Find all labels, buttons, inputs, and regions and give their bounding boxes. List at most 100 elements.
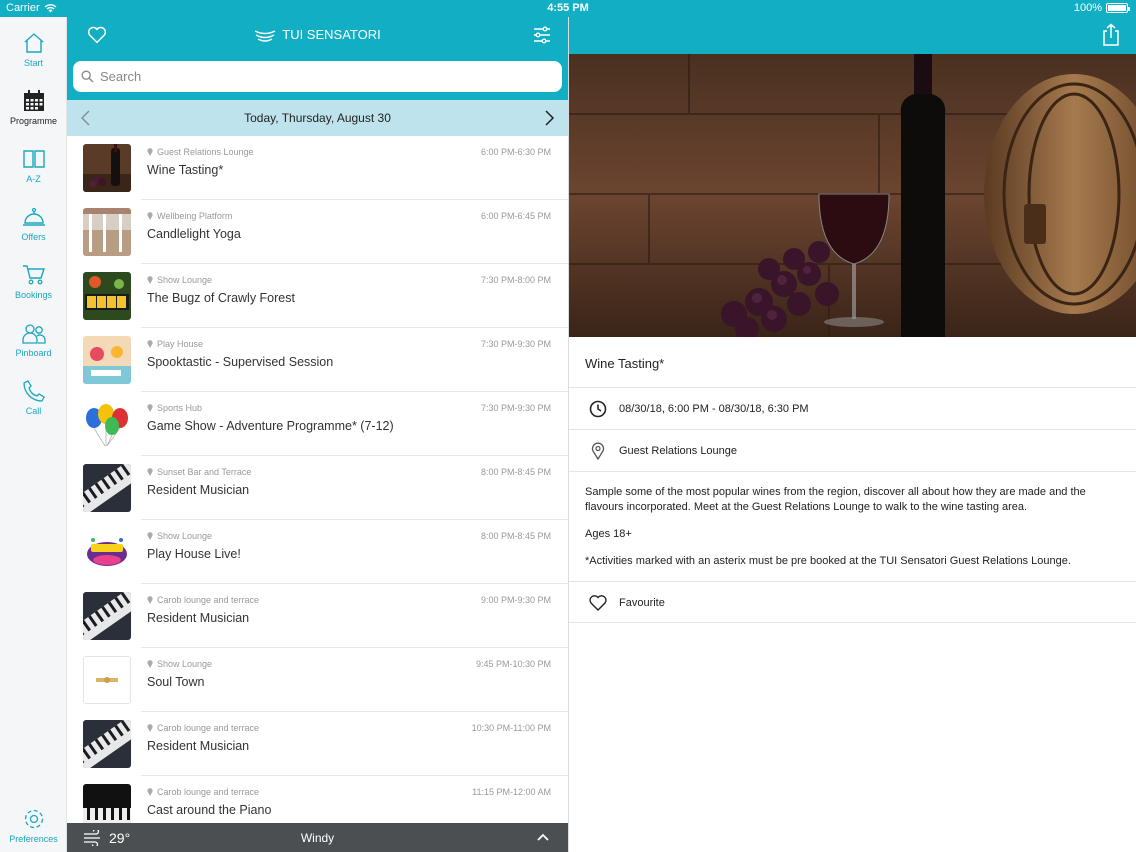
sidebar-item-a-z[interactable]: A-Z — [0, 147, 67, 197]
sidebar-item-label: A-Z — [26, 174, 41, 184]
event-row[interactable]: Carob lounge and terrace 10:30 PM-11:00 … — [67, 712, 568, 776]
event-row[interactable]: Sports Hub 7:30 PM-9:30 PM Game Show - A… — [67, 392, 568, 456]
event-location: Show Lounge — [147, 659, 212, 669]
next-day-chevron-icon[interactable] — [542, 109, 556, 127]
location-pin-icon — [147, 724, 153, 732]
sidebar-item-pinboard[interactable]: Pinboard — [0, 321, 67, 371]
sidebar-item-start[interactable]: Start — [0, 31, 67, 81]
age-restriction: Ages 18+ — [585, 528, 632, 540]
event-row[interactable]: Carob lounge and terrace 9:00 PM-9:30 PM… — [67, 584, 568, 648]
detail-datetime: 08/30/18, 6:00 PM - 08/30/18, 6:30 PM — [619, 403, 809, 415]
location-pin-icon — [147, 148, 153, 156]
event-detail-panel: Wine Tasting* 08/30/18, 6:00 PM - 08/30/… — [568, 17, 1136, 852]
calendar-icon — [23, 90, 44, 111]
sidebar-item-call[interactable]: Call — [0, 379, 67, 429]
event-row[interactable]: Guest Relations Lounge 6:00 PM-6:30 PM W… — [67, 136, 568, 200]
search-icon — [81, 70, 94, 83]
sidebar-item-offers[interactable]: Offers — [0, 205, 67, 255]
search-bar[interactable] — [73, 61, 562, 92]
event-location: Carob lounge and terrace — [147, 723, 259, 733]
event-thumbnail-piano — [83, 464, 131, 512]
event-list: Guest Relations Lounge 6:00 PM-6:30 PM W… — [67, 136, 568, 823]
sidebar-item-programme[interactable]: Programme — [0, 89, 67, 139]
share-icon[interactable] — [1101, 23, 1121, 47]
event-location: Wellbeing Platform — [147, 211, 232, 221]
location-pin-icon — [591, 442, 605, 460]
location-pin-icon — [147, 468, 153, 476]
preferences-button[interactable]: Preferences — [0, 807, 67, 852]
event-thumbnail-yoga — [83, 208, 131, 256]
event-title: Play House Live! — [147, 547, 241, 561]
event-location-text: Show Lounge — [157, 659, 213, 669]
location-pin-icon — [147, 660, 153, 668]
event-location: Play House — [147, 339, 203, 349]
event-thumbnail-piano — [83, 720, 131, 768]
detail-header — [569, 17, 1136, 54]
event-row[interactable]: Wellbeing Platform 6:00 PM-6:45 PM Candl… — [67, 200, 568, 264]
sidebar-item-label: Call — [25, 406, 42, 416]
event-thumbnail-soul-town — [83, 656, 131, 704]
event-row[interactable]: Show Lounge 9:45 PM-10:30 PM Soul Town — [67, 648, 568, 712]
sidebar-item-label: Programme — [9, 116, 57, 126]
detail-location-row: Guest Relations Lounge — [569, 429, 1136, 471]
event-location: Guest Relations Lounge — [147, 147, 254, 157]
sidebar-item-label: Start — [23, 58, 43, 68]
event-thumbnail-play-house-live — [83, 528, 131, 576]
event-title: Wine Tasting* — [147, 163, 224, 177]
event-title: Soul Town — [147, 675, 205, 689]
search-input[interactable] — [100, 69, 540, 84]
event-title: Cast around the Piano — [147, 803, 272, 817]
sidebar: Start Programme A-Z Offers Bookings Pinb… — [0, 17, 67, 852]
event-location-text: Carob lounge and terrace — [157, 595, 260, 605]
event-location-text: Sports Hub — [157, 403, 203, 413]
heart-icon — [589, 595, 607, 611]
event-time: 11:15 PM-12:00 AM — [472, 787, 551, 797]
event-row[interactable]: Carob lounge and terrace 11:15 PM-12:00 … — [67, 776, 568, 823]
location-pin-icon — [147, 596, 153, 604]
detail-datetime-row: 08/30/18, 6:00 PM - 08/30/18, 6:30 PM — [569, 387, 1136, 429]
location-pin-icon — [147, 276, 153, 284]
tui-smile-logo-icon — [254, 29, 276, 42]
filter-sliders-icon[interactable] — [532, 25, 552, 45]
event-row[interactable]: Show Lounge 7:30 PM-8:00 PM The Bugz of … — [67, 264, 568, 328]
chevron-up-icon[interactable] — [536, 831, 550, 843]
location-pin-icon — [147, 212, 153, 220]
brand-logo: TUI SENSATORI — [67, 27, 568, 42]
event-time: 9:00 PM-9:30 PM — [480, 595, 551, 605]
event-title: Game Show - Adventure Programme* (7-12) — [147, 419, 394, 433]
detail-description: Sample some of the most popular wines fr… — [585, 485, 1125, 581]
event-title: Resident Musician — [147, 483, 250, 497]
event-time: 7:30 PM-9:30 PM — [480, 403, 551, 413]
event-location-text: Guest Relations Lounge — [157, 147, 254, 157]
event-time: 9:45 PM-10:30 PM — [475, 659, 551, 669]
weather-bar[interactable]: 29° Windy — [67, 823, 568, 852]
event-title: Resident Musician — [147, 739, 250, 753]
row-divider — [569, 471, 1136, 472]
detail-title: Wine Tasting* — [585, 356, 665, 371]
event-location-text: Play House — [157, 339, 204, 349]
people-icon — [21, 324, 46, 344]
status-time: 4:55 PM — [547, 2, 589, 14]
bell-icon — [22, 207, 45, 226]
event-title: Resident Musician — [147, 611, 250, 625]
sidebar-item-label: Bookings — [14, 290, 53, 300]
event-location: Sports Hub — [147, 403, 202, 413]
event-location: Carob lounge and terrace — [147, 787, 259, 797]
event-location-text: Show Lounge — [157, 275, 213, 285]
location-pin-icon — [147, 532, 153, 540]
status-bar: Carrier 4:55 PM 100% — [0, 0, 1136, 17]
book-icon — [22, 150, 45, 168]
event-location-text: Carob lounge and terrace — [157, 723, 260, 733]
event-title: The Bugz of Crawly Forest — [147, 291, 295, 305]
weather-condition: Windy — [300, 831, 335, 845]
event-location: Show Lounge — [147, 275, 212, 285]
sidebar-item-bookings[interactable]: Bookings — [0, 263, 67, 313]
event-thumbnail-wine — [83, 144, 131, 192]
favourite-label: Favourite — [619, 597, 665, 609]
phone-icon — [22, 380, 45, 402]
event-row[interactable]: Play House 7:30 PM-9:30 PM Spooktastic -… — [67, 328, 568, 392]
event-location-text: Carob lounge and terrace — [157, 787, 260, 797]
favourite-button[interactable]: Favourite — [569, 581, 1136, 623]
event-row[interactable]: Sunset Bar and Terrace 8:00 PM-8:45 PM R… — [67, 456, 568, 520]
event-row[interactable]: Show Lounge 8:00 PM-8:45 PM Play House L… — [67, 520, 568, 584]
